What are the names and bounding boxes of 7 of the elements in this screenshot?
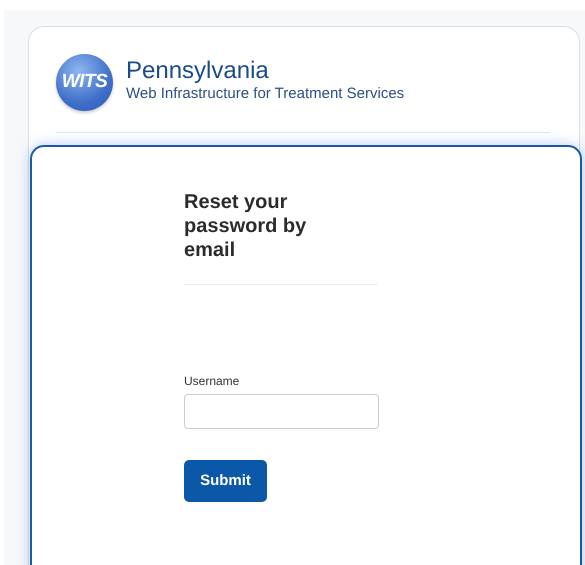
site-title: Pennsylvania (126, 56, 270, 84)
site-subtitle: Web Infrastructure for Treatment Services (126, 84, 404, 102)
logo: WITS (56, 54, 113, 111)
field-label: Username (184, 374, 240, 388)
username-field[interactable] (184, 394, 379, 429)
submit-button[interactable]: Submit (184, 460, 267, 502)
form-heading: Reset your password by email (184, 190, 308, 262)
